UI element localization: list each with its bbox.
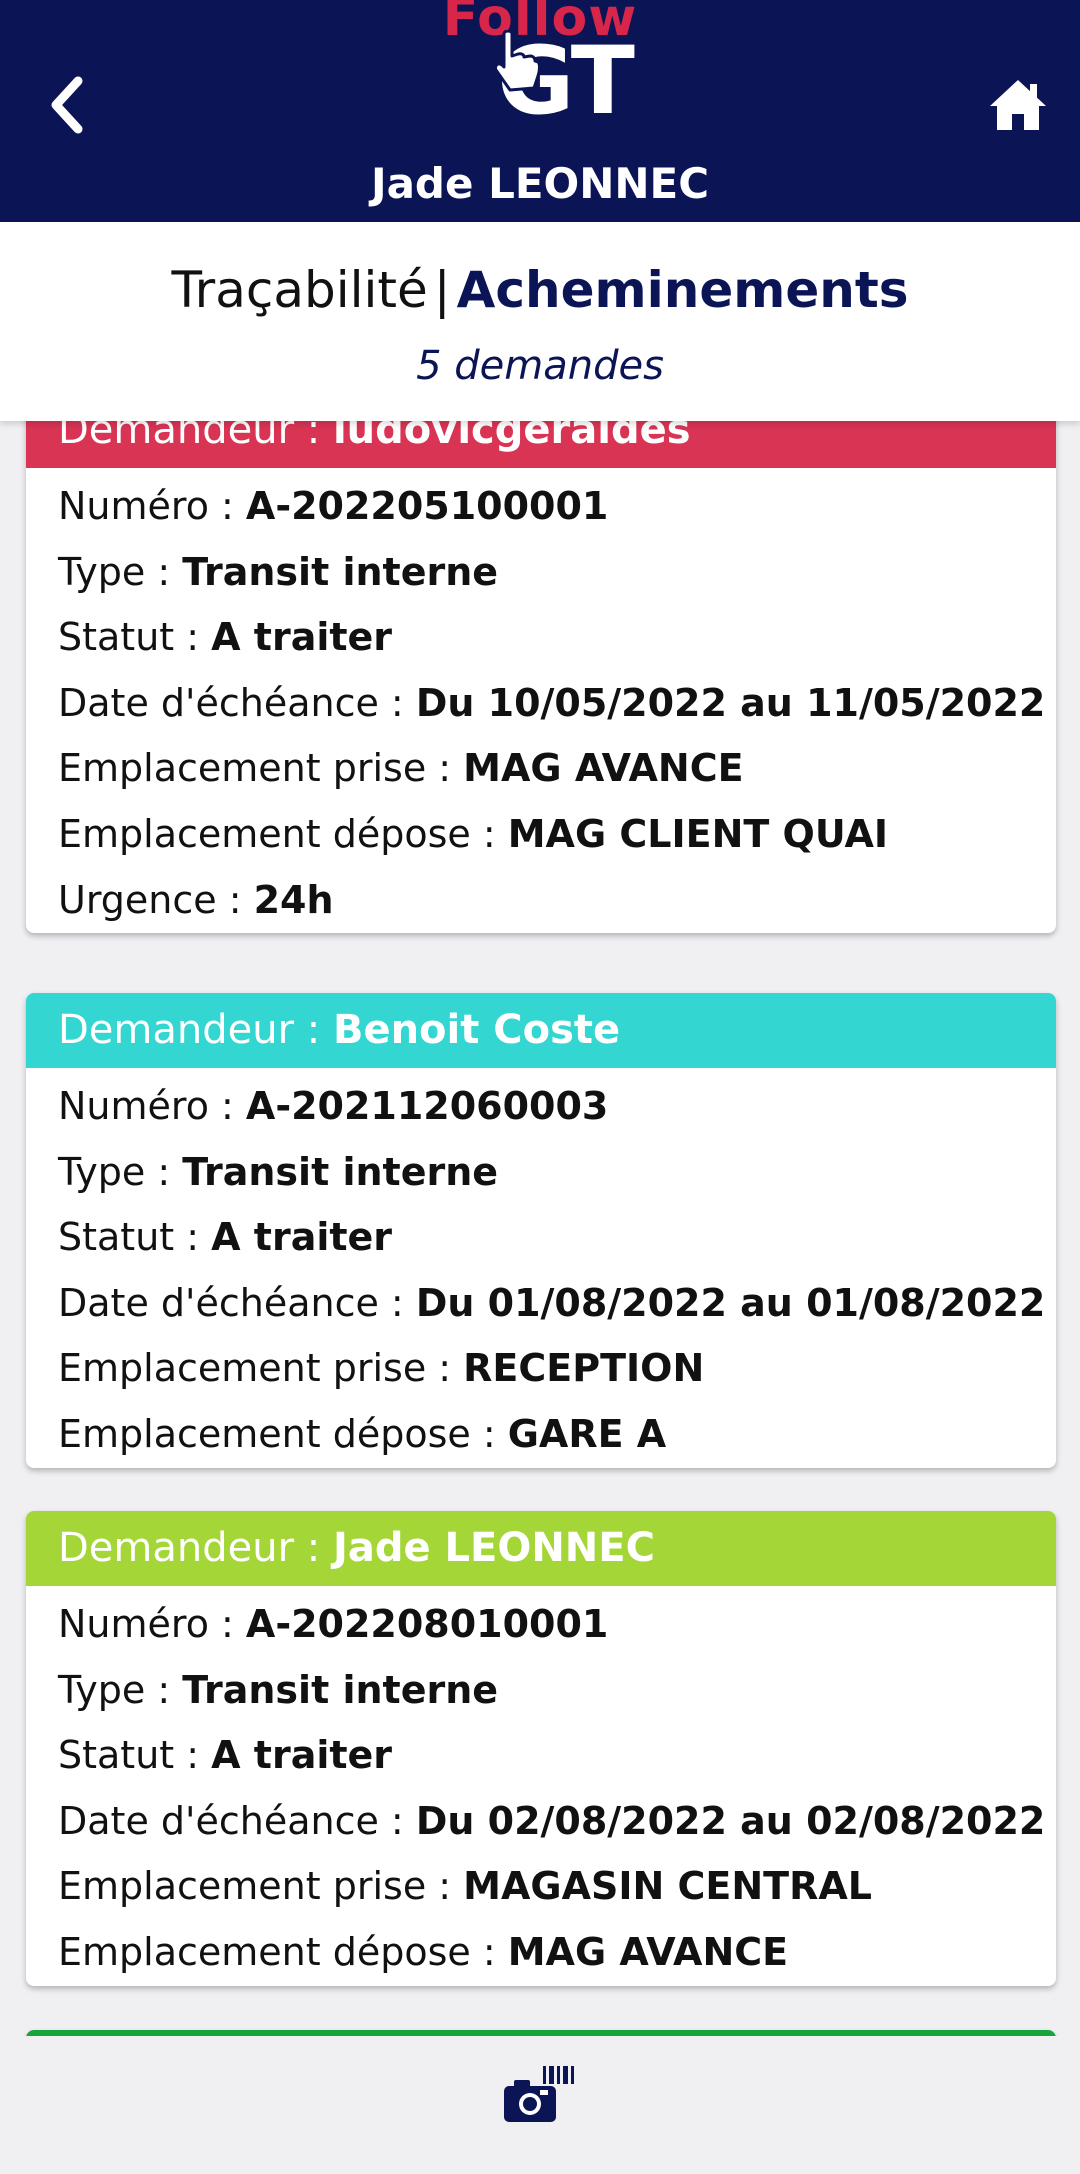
pointer-hand-icon: [494, 30, 540, 92]
prise-value: RECEPTION: [463, 1346, 705, 1391]
numero-value: A-202205100001: [245, 484, 609, 528]
follow-gt-logo: Follow GT: [440, 0, 640, 138]
urgence-value: 24h: [253, 877, 334, 922]
date-label: Date d'échéance :: [58, 680, 416, 725]
type-label: Type :: [58, 1149, 183, 1194]
scan-button[interactable]: [500, 2060, 580, 2130]
date-row: Date d'échéance : Du 01/08/2022 au 01/08…: [58, 1271, 1056, 1337]
type-label: Type :: [58, 549, 183, 594]
breadcrumb-separator: |: [433, 261, 451, 319]
date-row: Date d'échéance : Du 02/08/2022 au 02/08…: [58, 1789, 1056, 1855]
prise-value: MAGASIN CENTRAL: [463, 1864, 872, 1909]
dispatch-card[interactable]: Demandeur : Benoit Coste Numéro : A-2021…: [26, 993, 1056, 1468]
tab-tracabilite[interactable]: Traçabilité: [171, 261, 427, 319]
date-value: Du 01/08/2022 au 01/08/2022: [415, 1280, 1046, 1325]
depose-row: Emplacement dépose : GARE A: [58, 1402, 1056, 1468]
demandeur-value: Benoit Coste: [332, 1007, 621, 1053]
camera-barcode-icon: [504, 2066, 574, 2122]
depose-label: Emplacement dépose :: [58, 811, 508, 856]
statut-value: A traiter: [211, 1733, 393, 1778]
statut-value: A traiter: [211, 1215, 393, 1260]
dispatch-card[interactable]: Demandeur : Jade LEONNEC Numéro : A-2022…: [26, 1511, 1056, 1986]
demandeur-label: Demandeur :: [58, 1007, 333, 1053]
depose-row: Emplacement dépose : MAG AVANCE: [58, 1920, 1056, 1986]
dispatch-list: Demandeur : ludovicgeraldes Numéro : A-2…: [0, 421, 1080, 2036]
app-header: Follow GT Jade LEONNEC: [0, 0, 1080, 222]
card-header: Demandeur : Benoit Coste: [26, 993, 1056, 1068]
prise-label: Emplacement prise :: [58, 746, 464, 791]
type-row: Type : Transit interne: [58, 1140, 1056, 1206]
numero-label: Numéro :: [58, 1084, 246, 1128]
prise-row: Emplacement prise : MAG AVANCE: [58, 736, 1056, 802]
depose-row: Emplacement dépose : MAG CLIENT QUAI: [58, 802, 1056, 868]
depose-value: MAG AVANCE: [507, 1929, 789, 1974]
numero-row: Numéro : A-202112060003: [58, 1074, 1056, 1140]
statut-label: Statut :: [58, 615, 212, 660]
numero-label: Numéro :: [58, 1602, 246, 1646]
statut-row: Statut : A traiter: [58, 1205, 1056, 1271]
home-icon: [990, 80, 1046, 130]
type-value: Transit interne: [182, 549, 499, 594]
demandeur-value: Jade LEONNEC: [332, 1525, 655, 1571]
prise-label: Emplacement prise :: [58, 1864, 464, 1909]
prise-row: Emplacement prise : RECEPTION: [58, 1336, 1056, 1402]
card-header: Demandeur : Jade LEONNEC: [26, 1511, 1056, 1586]
prise-label: Emplacement prise :: [58, 1346, 464, 1391]
urgence-label: Urgence :: [58, 877, 254, 922]
date-label: Date d'échéance :: [58, 1798, 416, 1843]
numero-row: Numéro : A-202208010001: [58, 1592, 1056, 1658]
type-row: Type : Transit interne: [58, 540, 1056, 606]
depose-value: GARE A: [507, 1411, 667, 1456]
demandeur-value: ludovicgeraldes: [332, 421, 691, 453]
type-row: Type : Transit interne: [58, 1658, 1056, 1724]
demandeur-label: Demandeur :: [58, 1525, 333, 1571]
date-value: Du 02/08/2022 au 02/08/2022: [415, 1798, 1046, 1843]
prise-value: MAG AVANCE: [463, 746, 744, 791]
bottom-bar: [0, 2036, 1080, 2174]
depose-label: Emplacement dépose :: [58, 1929, 508, 1974]
request-count: 5 demandes: [416, 343, 664, 389]
demandeur-label: Demandeur :: [58, 421, 333, 453]
statut-value: A traiter: [211, 615, 393, 660]
numero-value: A-202208010001: [245, 1602, 609, 1646]
user-name: Jade LEONNEC: [370, 159, 710, 208]
date-value: Du 10/05/2022 au 11/05/2022: [415, 680, 1046, 725]
chevron-left-icon: [51, 76, 83, 134]
statut-row: Statut : A traiter: [58, 1723, 1056, 1789]
page-subheader: Traçabilité | Acheminements 5 demandes: [0, 222, 1080, 421]
statut-label: Statut :: [58, 1733, 212, 1778]
type-label: Type :: [58, 1667, 183, 1712]
type-value: Transit interne: [182, 1667, 499, 1712]
date-row: Date d'échéance : Du 10/05/2022 au 11/05…: [58, 671, 1056, 737]
card-header: Demandeur : ludovicgeraldes: [26, 421, 1056, 468]
urgence-row: Urgence : 24h: [58, 868, 1056, 934]
date-label: Date d'échéance :: [58, 1280, 416, 1325]
home-button[interactable]: [985, 72, 1051, 138]
depose-value: MAG CLIENT QUAI: [507, 811, 889, 856]
numero-value: A-202112060003: [245, 1084, 609, 1128]
prise-row: Emplacement prise : MAGASIN CENTRAL: [58, 1854, 1056, 1920]
depose-label: Emplacement dépose :: [58, 1411, 508, 1456]
statut-label: Statut :: [58, 1215, 212, 1260]
statut-row: Statut : A traiter: [58, 605, 1056, 671]
tab-acheminements[interactable]: Acheminements: [457, 261, 909, 319]
numero-label: Numéro :: [58, 484, 246, 528]
back-button[interactable]: [38, 70, 94, 140]
type-value: Transit interne: [182, 1149, 499, 1194]
dispatch-card[interactable]: Demandeur : ludovicgeraldes Numéro : A-2…: [26, 421, 1056, 934]
breadcrumb: Traçabilité | Acheminements: [0, 255, 1080, 325]
numero-row: Numéro : A-202205100001: [58, 474, 1056, 540]
